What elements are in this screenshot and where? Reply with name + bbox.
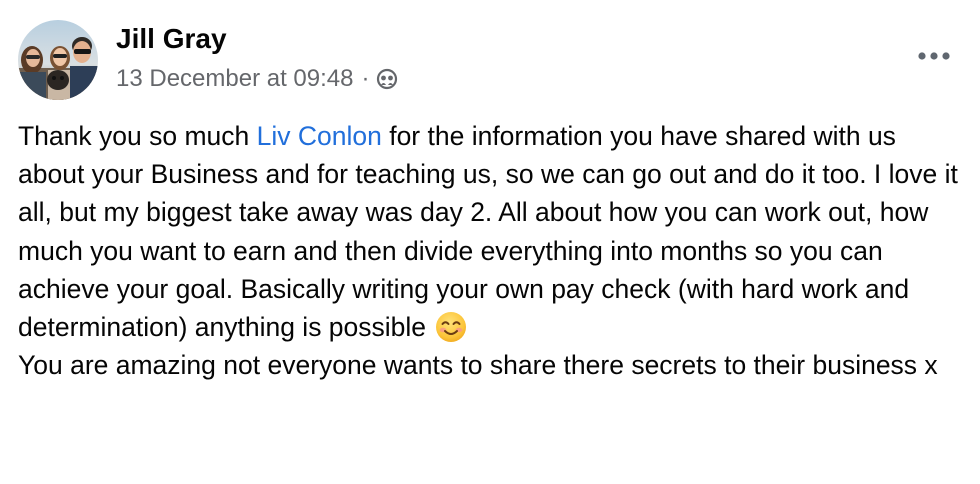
post-card: Jill Gray 13 December at 09:48 · Thank y… [0, 0, 980, 484]
mention-link[interactable]: Liv Conlon [257, 121, 382, 151]
post-meta: 13 December at 09:48 · [116, 62, 398, 96]
avatar-photo [18, 20, 98, 100]
author-avatar[interactable] [18, 20, 98, 100]
post-paragraph: Thank you so much Liv Conlon for the inf… [18, 117, 963, 346]
smiling-face-emoji [435, 311, 467, 343]
friends-audience-icon[interactable] [376, 68, 398, 90]
post-body: Thank you so much Liv Conlon for the inf… [18, 117, 963, 384]
more-options-button[interactable] [914, 36, 954, 76]
meta-separator: · [361, 65, 370, 92]
post-timestamp[interactable]: 13 December at 09:48 [116, 65, 353, 93]
more-horizontal-icon [918, 52, 950, 60]
post-paragraph-2: You are amazing not everyone wants to sh… [18, 350, 938, 381]
body-text-main: for the information you have shared with… [18, 121, 958, 343]
author-name[interactable]: Jill Gray [116, 20, 227, 58]
body-text-start: Thank you so much [18, 121, 257, 151]
